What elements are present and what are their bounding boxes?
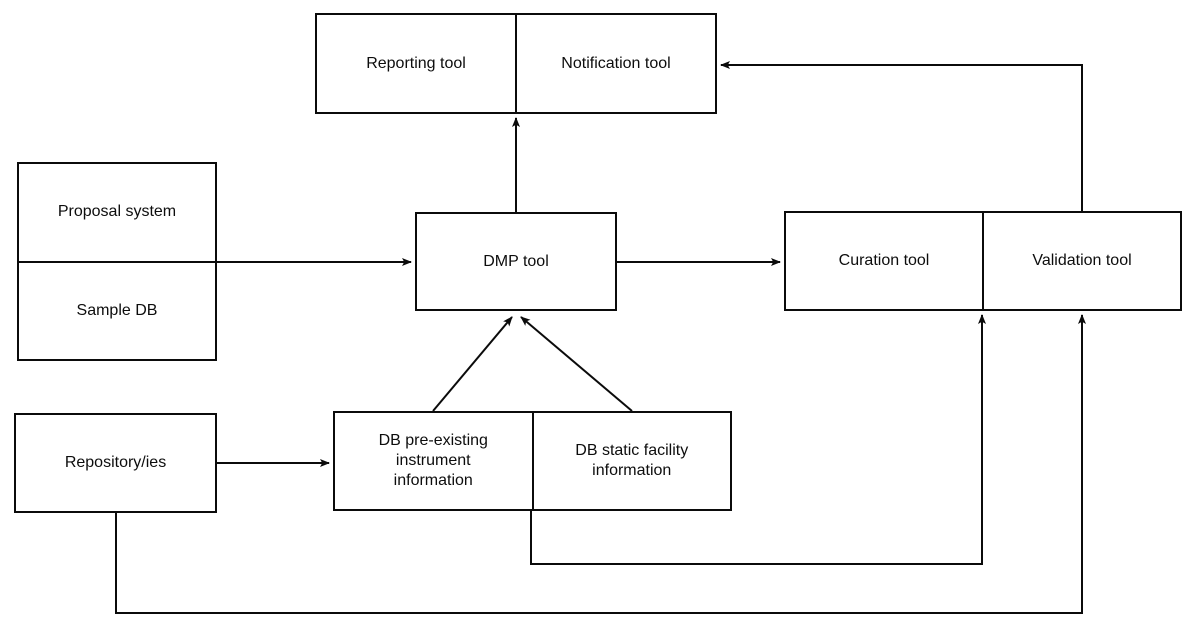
node-notification-tool[interactable]: Notification tool <box>517 15 715 112</box>
edge-db-facility-to-dmp <box>520 316 633 412</box>
node-sample-db[interactable]: Sample DB <box>19 263 215 360</box>
node-curation-tool[interactable]: Curation tool <box>786 213 982 309</box>
node-reporting-tool[interactable]: Reporting tool <box>317 15 515 112</box>
node-reporting-notification[interactable]: Reporting tool Notification tool <box>315 13 717 114</box>
node-repository[interactable]: Repository/ies <box>14 413 217 513</box>
node-curation-tool-label: Curation tool <box>838 252 930 269</box>
edge-validation-to-notification <box>720 61 1083 211</box>
node-db-static-facility-line1: DB static facility <box>575 442 689 459</box>
node-repository-label: Repository/ies <box>64 454 167 471</box>
node-db-static-facility[interactable]: DB static facility information <box>534 413 731 509</box>
node-db-preexisting-instrument-line2: instrument <box>395 452 471 469</box>
node-proposal-sample[interactable]: Proposal system Sample DB <box>17 162 217 361</box>
node-curation-validation[interactable]: Curation tool Validation tool <box>784 211 1182 311</box>
node-reporting-tool-label: Reporting tool <box>366 54 466 72</box>
node-repository-cell[interactable]: Repository/ies <box>16 415 215 511</box>
node-db-group[interactable]: DB pre-existing instrument information D… <box>333 411 732 511</box>
node-db-preexisting-instrument[interactable]: DB pre-existing instrument information <box>335 413 532 509</box>
node-dmp-tool-label: DMP tool <box>483 252 549 270</box>
node-dmp-tool[interactable]: DMP tool <box>415 212 617 311</box>
node-validation-tool[interactable]: Validation tool <box>984 213 1180 309</box>
node-db-static-facility-line2: information <box>592 462 672 479</box>
node-proposal-system[interactable]: Proposal system <box>19 164 215 261</box>
diagram-canvas: DMP tool --> Reporting / Notification bo… <box>0 0 1200 633</box>
node-db-preexisting-instrument-line3: information <box>393 472 473 489</box>
node-sample-db-label: Sample DB <box>76 301 158 319</box>
node-notification-tool-label: Notification tool <box>561 54 671 72</box>
node-proposal-system-label: Proposal system <box>57 203 177 221</box>
node-db-preexisting-instrument-line1: DB pre-existing <box>378 432 488 449</box>
edge-db-instrument-to-dmp <box>432 316 513 412</box>
node-validation-tool-label: Validation tool <box>1032 252 1132 269</box>
node-dmp-tool-cell[interactable]: DMP tool <box>417 214 615 309</box>
